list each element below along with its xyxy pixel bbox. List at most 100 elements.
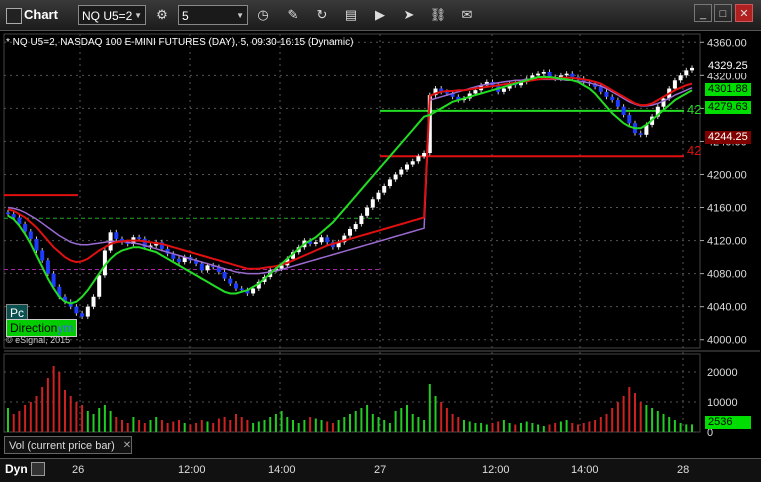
candle-body bbox=[177, 258, 181, 263]
interval-input[interactable]: 5 ▼ bbox=[178, 5, 248, 25]
volume-bar bbox=[81, 405, 84, 432]
volume-bar bbox=[514, 424, 517, 432]
candle-body bbox=[405, 164, 409, 170]
volume-bar bbox=[235, 414, 237, 432]
gear-icon[interactable]: ⚙ bbox=[153, 6, 171, 24]
volume-bar bbox=[691, 424, 693, 432]
volume-bar bbox=[29, 402, 32, 432]
ma-red-price-label: 4244.25 bbox=[705, 131, 751, 144]
candle-body bbox=[604, 91, 609, 97]
close-volume-icon[interactable]: ✕ bbox=[118, 437, 136, 455]
price-axis-label: 4040.00 bbox=[707, 302, 747, 314]
volume-bar bbox=[400, 408, 403, 432]
volume-bar bbox=[280, 411, 283, 432]
interval-dropdown-icon[interactable]: ▼ bbox=[236, 6, 244, 26]
candle-body bbox=[11, 214, 16, 218]
time-label: 28 bbox=[677, 464, 690, 476]
price-axis-label: 4160.00 bbox=[707, 203, 747, 215]
time-label: 14:00 bbox=[268, 464, 296, 476]
volume-bar bbox=[668, 417, 671, 432]
chart-icon[interactable]: ▤ bbox=[342, 6, 360, 24]
symbol-dropdown-icon[interactable]: ▼ bbox=[134, 6, 142, 26]
price-chart[interactable]: 4000.00 4040.00 4080.00 4120.00 4160.00 4200.… bbox=[0, 30, 761, 458]
volume-bar bbox=[366, 405, 369, 432]
candle-body bbox=[45, 260, 50, 274]
volume-bar bbox=[440, 402, 443, 432]
candle-body bbox=[251, 288, 256, 294]
pencil-icon[interactable]: ✎ bbox=[284, 6, 302, 24]
minimize-button[interactable]: _ bbox=[694, 4, 712, 22]
clock-icon[interactable]: ◷ bbox=[254, 6, 272, 24]
volume-bar bbox=[622, 396, 625, 432]
volume-bar bbox=[64, 390, 66, 432]
volume-bar bbox=[160, 420, 163, 432]
note-icon[interactable]: ✉ bbox=[458, 6, 476, 24]
candle-body bbox=[40, 250, 45, 261]
close-button[interactable]: ✕ bbox=[735, 4, 753, 22]
volume-bar bbox=[582, 423, 585, 432]
volume-bar bbox=[371, 414, 374, 432]
volume-bar bbox=[531, 423, 534, 432]
volume-bar bbox=[309, 417, 312, 432]
volume-bar bbox=[611, 408, 614, 432]
volume-bar bbox=[388, 423, 391, 432]
counter-green: 42 bbox=[687, 102, 702, 117]
volume-bar bbox=[451, 414, 454, 432]
volume-axis-label: 20000 bbox=[707, 367, 738, 379]
candle-body bbox=[570, 73, 575, 77]
candle-body bbox=[91, 296, 96, 307]
volume-bar bbox=[520, 423, 522, 432]
link-icon[interactable]: ⛓ bbox=[429, 6, 447, 24]
refresh-icon[interactable]: ↻ bbox=[313, 6, 331, 24]
candle-body bbox=[376, 192, 381, 200]
volume-bar bbox=[274, 414, 277, 432]
volume-bar bbox=[565, 420, 568, 432]
volume-bar bbox=[252, 423, 255, 432]
volume-bar bbox=[434, 396, 437, 432]
volume-bar bbox=[548, 424, 551, 432]
volume-bar bbox=[599, 417, 602, 432]
volume-bar bbox=[7, 408, 9, 432]
ma-green2-price-label: 4279.63 bbox=[705, 101, 751, 114]
candle-body bbox=[85, 306, 90, 317]
volume-bar bbox=[542, 426, 545, 432]
volume-bar bbox=[634, 393, 636, 432]
volume-bar bbox=[246, 420, 249, 432]
price-axis-label: 4080.00 bbox=[707, 269, 747, 281]
volume-bar bbox=[554, 423, 557, 432]
candle-body bbox=[422, 152, 427, 157]
volume-bar bbox=[297, 423, 300, 432]
volume-bar bbox=[189, 424, 192, 432]
volume-bar bbox=[360, 408, 363, 432]
volume-bar bbox=[673, 420, 676, 432]
volume-bar bbox=[46, 378, 49, 432]
volume-bar bbox=[92, 414, 95, 432]
volume-bar bbox=[303, 420, 306, 432]
candle-body bbox=[34, 238, 39, 251]
candle-body bbox=[627, 114, 632, 124]
volume-bar bbox=[121, 420, 123, 432]
volume-bar bbox=[406, 405, 408, 432]
dyn-mode-label[interactable]: Dyn bbox=[5, 462, 28, 476]
volume-bar bbox=[286, 417, 289, 432]
play-icon[interactable]: ▶ bbox=[371, 6, 389, 24]
maximize-button[interactable]: □ bbox=[714, 4, 732, 22]
candle-body bbox=[473, 90, 478, 94]
volume-bar bbox=[445, 408, 448, 432]
volume-bar bbox=[616, 402, 619, 432]
volume-bar bbox=[52, 366, 55, 432]
symbol-input[interactable]: NQ U5=2 ▼ bbox=[78, 5, 146, 25]
cursor-icon[interactable]: ➤ bbox=[400, 6, 418, 24]
volume-bar bbox=[508, 423, 511, 432]
volume-axis-label: 10000 bbox=[707, 397, 738, 409]
candle-body bbox=[348, 229, 352, 236]
volume-bar bbox=[229, 420, 232, 432]
counter-red: 42 bbox=[687, 143, 702, 158]
candle-body bbox=[28, 231, 33, 239]
volume-bar bbox=[468, 421, 471, 432]
volume-bar bbox=[537, 424, 540, 432]
lock-icon[interactable] bbox=[31, 462, 45, 476]
volume-bar bbox=[138, 420, 141, 432]
candle-body bbox=[382, 186, 387, 193]
symbol-input-value: NQ U5=2 bbox=[82, 9, 133, 23]
